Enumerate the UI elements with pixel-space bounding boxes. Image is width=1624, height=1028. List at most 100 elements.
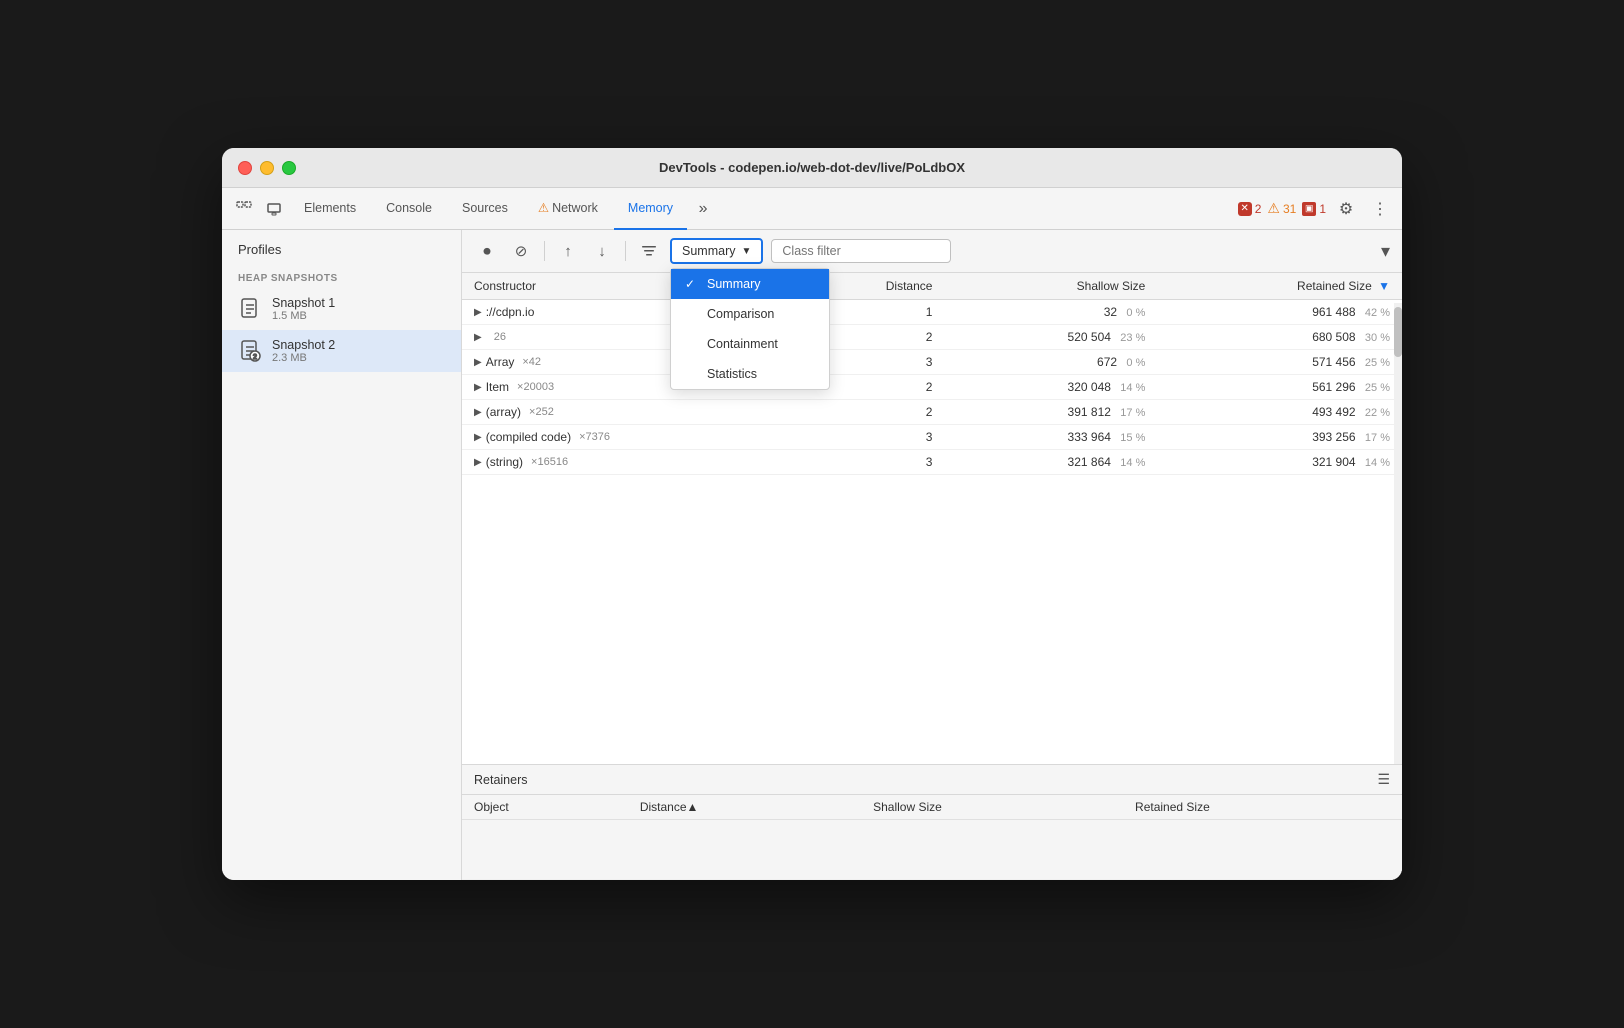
dropdown-option-containment[interactable]: Containment: [671, 329, 829, 359]
dropdown-menu: ✓ Summary Comparison Containment: [670, 268, 830, 390]
tab-memory[interactable]: Memory: [614, 188, 687, 230]
summary-dropdown[interactable]: Summary ▼ ✓ Summary Comparison: [670, 238, 763, 264]
device-icon[interactable]: [260, 195, 288, 223]
upload-icon[interactable]: ↑: [555, 238, 581, 264]
table-body: ▶ ://cdpn.io 1 32 0 % 961 488: [462, 300, 1402, 475]
expand-icon[interactable]: ▶: [474, 432, 482, 443]
table-row[interactable]: ▶ (compiled code) ×7376 3 333 964 15 %: [462, 425, 1402, 450]
close-button[interactable]: [238, 161, 252, 175]
tab-network[interactable]: ⚠ Network: [524, 188, 612, 230]
ret-col-object: Object: [462, 795, 628, 820]
row-1-shallow: 520 504 23 %: [944, 325, 1157, 350]
row-0-shallow: 32 0 %: [944, 300, 1157, 325]
col-retained-size: Retained Size ▼: [1157, 273, 1402, 300]
table-row[interactable]: ▶ 26 2 520 504 23 % 680: [462, 325, 1402, 350]
retainer-row-empty: [462, 820, 1402, 880]
toolbar-right: ✕ 2 ⚠ 31 ▣ 1 ⚙ ⋮: [1238, 195, 1394, 223]
clear-icon[interactable]: ⊘: [508, 238, 534, 264]
retainers-menu-icon[interactable]: ☰: [1377, 771, 1390, 788]
view-dropdown-icon[interactable]: ▾: [1381, 241, 1390, 262]
toolbar-divider-1: [544, 241, 545, 261]
table-header: Constructor Distance Shallow Size Retain…: [462, 273, 1402, 300]
network-warning-icon: ⚠: [538, 200, 549, 215]
retainers-header: Retainers ☰: [462, 765, 1402, 795]
retainers-section: Retainers ☰ Object Distance▲: [462, 764, 1402, 880]
tab-console[interactable]: Console: [372, 188, 446, 230]
row-5-distance: 3: [797, 425, 945, 450]
maximize-button[interactable]: [282, 161, 296, 175]
ret-col-shallow: Shallow Size: [861, 795, 1123, 820]
row-3-retained: 561 296 25 %: [1157, 375, 1402, 400]
more-tabs-icon[interactable]: »: [689, 195, 717, 223]
title-bar: DevTools - codepen.io/web-dot-dev/live/P…: [222, 148, 1402, 188]
tab-elements[interactable]: Elements: [290, 188, 370, 230]
retainers-title: Retainers: [474, 773, 528, 787]
data-table: Constructor Distance Shallow Size Retain…: [462, 273, 1402, 764]
scrollbar-track[interactable]: [1394, 303, 1402, 764]
row-3-shallow: 320 048 14 %: [944, 375, 1157, 400]
row-6-retained: 321 904 14 %: [1157, 450, 1402, 475]
row-2-retained: 571 456 25 %: [1157, 350, 1402, 375]
traffic-lights: [238, 161, 296, 175]
snapshot-1-name: Snapshot 1: [272, 296, 445, 310]
expand-icon[interactable]: ▶: [474, 332, 482, 343]
table-row[interactable]: ▶ Item ×20003 2 320 048 14 %: [462, 375, 1402, 400]
snapshot-1-size: 1.5 MB: [272, 310, 445, 322]
row-5-constructor: ▶ (compiled code) ×7376: [462, 425, 797, 450]
main-toolbar: Elements Console Sources ⚠ Network Memor…: [222, 188, 1402, 230]
expand-icon[interactable]: ▶: [474, 357, 482, 368]
row-0-retained: 961 488 42 %: [1157, 300, 1402, 325]
table-row[interactable]: ▶ Array ×42 3 672 0 % 571: [462, 350, 1402, 375]
sidebar-title: Profiles: [222, 242, 461, 265]
filter-icon[interactable]: [636, 238, 662, 264]
svg-text:2: 2: [253, 354, 257, 361]
row-4-retained: 493 492 22 %: [1157, 400, 1402, 425]
download-icon[interactable]: ↓: [589, 238, 615, 264]
sort-arrow-icon: ▼: [1378, 279, 1390, 293]
warning-badge[interactable]: ⚠ 31: [1267, 200, 1296, 217]
minimize-button[interactable]: [260, 161, 274, 175]
row-5-shallow: 333 964 15 %: [944, 425, 1157, 450]
ret-col-retained: Retained Size: [1123, 795, 1402, 820]
sidebar-section-header: HEAP SNAPSHOTS: [222, 265, 461, 288]
scrollbar-thumb[interactable]: [1394, 307, 1402, 357]
dropdown-option-comparison[interactable]: Comparison: [671, 299, 829, 329]
sidebar: Profiles HEAP SNAPSHOTS Snapshot 1 1.5 M…: [222, 230, 462, 880]
summary-label: Summary: [682, 244, 735, 258]
ret-col-distance: Distance▲: [628, 795, 861, 820]
expand-icon[interactable]: ▶: [474, 457, 482, 468]
record-icon[interactable]: ⏺: [474, 238, 500, 264]
settings-icon[interactable]: ⚙: [1332, 195, 1360, 223]
snapshot-item-2[interactable]: 2 Snapshot 2 2.3 MB: [222, 330, 461, 372]
more-options-icon[interactable]: ⋮: [1366, 195, 1394, 223]
table-row[interactable]: ▶ ://cdpn.io 1 32 0 % 961 488: [462, 300, 1402, 325]
error-badge[interactable]: ✕ 2: [1238, 202, 1262, 216]
dropdown-option-statistics[interactable]: Statistics: [671, 359, 829, 389]
main-panel: ⏺ ⊘ ↑ ↓ Summary ▼: [462, 230, 1402, 880]
row-4-shallow: 391 812 17 %: [944, 400, 1157, 425]
row-4-distance: 2: [797, 400, 945, 425]
toolbar-divider-2: [625, 241, 626, 261]
expand-icon[interactable]: ▶: [474, 407, 482, 418]
summary-button[interactable]: Summary ▼: [670, 238, 763, 264]
table-row[interactable]: ▶ (string) ×16516 3 321 864 14 %: [462, 450, 1402, 475]
pointer-icon[interactable]: [230, 195, 258, 223]
snapshot-item-1[interactable]: Snapshot 1 1.5 MB: [222, 288, 461, 330]
row-1-retained: 680 508 30 %: [1157, 325, 1402, 350]
expand-icon[interactable]: ▶: [474, 382, 482, 393]
retainers-table: Object Distance▲ Shallow Size Retained S…: [462, 795, 1402, 880]
snapshot-2-name: Snapshot 2: [272, 338, 445, 352]
col-shallow-size: Shallow Size: [944, 273, 1157, 300]
memory-toolbar: ⏺ ⊘ ↑ ↓ Summary ▼: [462, 230, 1402, 273]
info-badge[interactable]: ▣ 1: [1302, 202, 1326, 216]
error-icon: ✕: [1238, 202, 1252, 216]
tab-sources[interactable]: Sources: [448, 188, 522, 230]
view-selector: ▾: [1381, 241, 1390, 262]
table-row[interactable]: ▶ (array) ×252 2 391 812 17 %: [462, 400, 1402, 425]
expand-icon[interactable]: ▶: [474, 307, 482, 318]
main-data-table: Constructor Distance Shallow Size Retain…: [462, 273, 1402, 475]
class-filter-input[interactable]: [771, 239, 951, 263]
row-2-shallow: 672 0 %: [944, 350, 1157, 375]
dropdown-option-summary[interactable]: ✓ Summary: [671, 269, 829, 299]
window-title: DevTools - codepen.io/web-dot-dev/live/P…: [659, 160, 965, 175]
